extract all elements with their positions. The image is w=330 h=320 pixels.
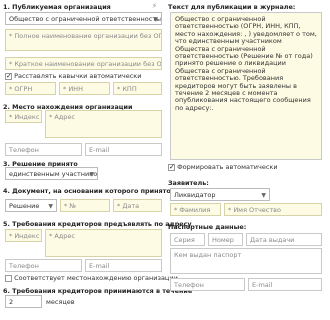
location-index-field[interactable]: * Индекс [5, 110, 42, 123]
creditors-index-placeholder: * Индекс [9, 232, 40, 240]
quotes-auto-label: Расставлять кавычки автоматически [14, 72, 142, 80]
kpp-placeholder: * КПП [117, 85, 137, 93]
legal-form-value: Общество с ограниченной ответственностью [9, 15, 162, 23]
creditors-heading: 5. Требования кредиторов предъявлять по … [3, 220, 192, 228]
creditors-matches-option[interactable]: Соответствует местонахождению организаци… [5, 274, 178, 282]
journal-auto-option[interactable]: Формировать автоматически [168, 163, 278, 171]
surname-field[interactable]: * Фамилия [170, 203, 221, 216]
creditors-index-field[interactable]: * Индекс [5, 229, 42, 242]
location-address-placeholder: * Адрес [49, 113, 75, 121]
chevron-down-icon: ▼ [261, 192, 266, 199]
term-heading: 6. Требования кредиторов принимаются в т… [3, 287, 193, 295]
legal-form-select[interactable]: Общество с ограниченной ответственностью… [5, 12, 162, 25]
term-unit-label: месяцев [46, 298, 75, 306]
creditors-address-field[interactable]: * Адрес [45, 229, 162, 257]
passport-date-field[interactable]: Дата выдачи [246, 233, 322, 246]
passport-number-placeholder: Номер [212, 236, 234, 244]
passport-heading: Паспортные данные: [168, 223, 247, 231]
location-phone-field[interactable]: Телефон [5, 143, 82, 156]
full-name-field[interactable]: * Полное наименование организации без ОП… [5, 29, 162, 51]
decision-select[interactable]: единственным участником ▼ [5, 167, 98, 180]
passport-issued-by-field[interactable]: Кем выдан паспорт [170, 248, 322, 274]
passport-issued-by-placeholder: Кем выдан паспорт [174, 251, 242, 259]
document-date-placeholder: * Дата [117, 202, 140, 210]
document-type-value: Решение [9, 202, 40, 210]
document-date-field[interactable]: * Дата [113, 199, 162, 212]
journal-heading: Текст для публикации в журнале: [168, 3, 296, 11]
chevron-down-icon: ▼ [48, 203, 53, 210]
journal-auto-label: Формировать автоматически [177, 163, 278, 171]
chevron-down-icon: ▼ [89, 171, 94, 178]
applicant-phone-placeholder: Телефон [174, 281, 204, 289]
ogrn-placeholder: * ОГРН [9, 85, 33, 93]
org-heading: 1. Публикуемая организация [3, 3, 111, 11]
inn-field[interactable]: * ИНН [59, 82, 110, 95]
decision-value: единственным участником [9, 170, 98, 178]
creditors-email-field[interactable]: E-mail [85, 259, 162, 272]
ogrn-field[interactable]: * ОГРН [5, 82, 56, 95]
applicant-heading: Заявитель: [168, 179, 209, 187]
quotes-auto-checkbox[interactable] [5, 72, 12, 80]
location-address-field[interactable]: * Адрес [45, 110, 162, 138]
passport-series-field[interactable]: Серия [170, 233, 205, 246]
applicant-phone-field[interactable]: Телефон [170, 278, 245, 291]
short-name-field[interactable]: * Краткое наименование организации без О… [5, 57, 162, 70]
short-name-placeholder: * Краткое наименование организации без О… [9, 60, 162, 68]
inn-placeholder: * ИНН [63, 85, 83, 93]
surname-placeholder: * Фамилия [174, 206, 211, 214]
full-name-placeholder: * Полное наименование организации без ОП… [9, 32, 162, 40]
document-number-placeholder: * № [64, 202, 77, 210]
applicant-role-select[interactable]: Ликвидатор ▼ [170, 188, 270, 201]
quotes-auto-option[interactable]: Расставлять кавычки автоматически [5, 72, 141, 80]
lightning-icon[interactable]: ⚡ [152, 2, 157, 10]
creditors-address-placeholder: * Адрес [49, 232, 75, 240]
name-patronymic-placeholder: * Имя Отчество [228, 206, 281, 214]
journal-auto-checkbox[interactable] [168, 163, 175, 171]
passport-date-placeholder: Дата выдачи [250, 236, 295, 244]
creditors-email-placeholder: E-mail [89, 262, 110, 270]
document-type-select[interactable]: Решение ▼ [5, 199, 57, 212]
applicant-role-value: Ликвидатор [174, 191, 216, 199]
kpp-field[interactable]: * КПП [113, 82, 162, 95]
passport-series-placeholder: Серия [174, 236, 195, 244]
creditors-matches-checkbox[interactable] [5, 274, 12, 282]
creditors-phone-field[interactable]: Телефон [5, 259, 82, 272]
name-patronymic-field[interactable]: * Имя Отчество [224, 203, 322, 216]
term-months-input[interactable]: 2 [5, 295, 42, 308]
chevron-down-icon: ▼ [153, 16, 158, 23]
journal-text-area[interactable]: Общество с ограниченной ответственностью… [170, 12, 322, 160]
passport-number-field[interactable]: Номер [208, 233, 243, 246]
location-index-placeholder: * Индекс [9, 113, 40, 121]
creditors-phone-placeholder: Телефон [9, 262, 39, 270]
document-number-field[interactable]: * № [60, 199, 110, 212]
location-email-placeholder: E-mail [89, 146, 110, 154]
creditors-matches-label: Соответствует местонахождению организаци… [14, 274, 178, 282]
location-email-field[interactable]: E-mail [85, 143, 162, 156]
applicant-email-field[interactable]: E-mail [248, 278, 322, 291]
location-phone-placeholder: Телефон [9, 146, 39, 154]
applicant-email-placeholder: E-mail [252, 281, 273, 289]
